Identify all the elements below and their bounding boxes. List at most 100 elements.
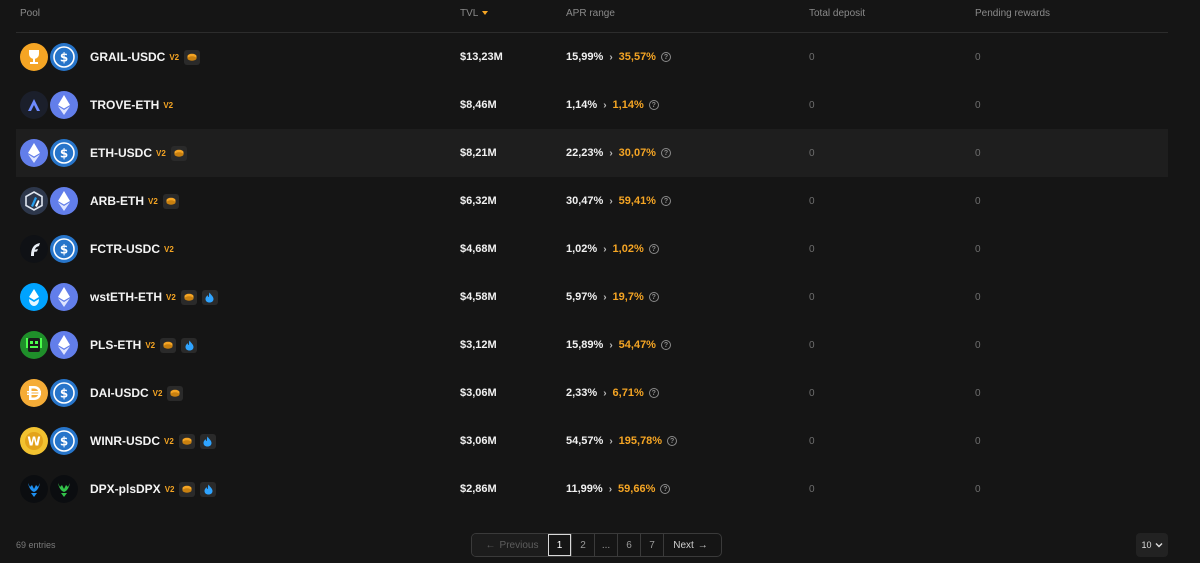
apr-max: 59,66% bbox=[618, 483, 656, 495]
apr-min: 30,47% bbox=[566, 195, 604, 207]
pool-cell: wstETH-ETH V2 bbox=[20, 273, 218, 321]
eth-token-icon bbox=[20, 139, 48, 167]
apr-min: 1,02% bbox=[566, 243, 598, 255]
apr-range: 1,02% › 1,02% ? bbox=[566, 225, 659, 273]
next-label: Next bbox=[673, 539, 694, 551]
coin-stack-icon bbox=[167, 385, 184, 401]
apr-range: 11,99% › 59,66% ? bbox=[566, 465, 671, 513]
usdc-token-icon: $ bbox=[50, 379, 78, 407]
wsteth-token-icon bbox=[20, 283, 48, 311]
v2-tag: V2 bbox=[164, 484, 175, 494]
table-row[interactable]: TROVE-ETH V2 $8,46M 1,14% › 1,14% ? 0 0 bbox=[16, 81, 1168, 129]
chevron-right-icon: › bbox=[609, 339, 613, 351]
table-row[interactable]: $ GRAIL-USDC V2 $13,23M 15,99% › 35,57% … bbox=[16, 33, 1168, 81]
help-icon[interactable]: ? bbox=[660, 196, 671, 206]
chevron-right-icon: › bbox=[603, 243, 607, 255]
table-row[interactable]: DPX-plsDPX V2 $2,86M 11,99% › 59,66% ? 0… bbox=[16, 465, 1168, 513]
dai-token-icon bbox=[20, 379, 48, 407]
total-deposit-value: 0 bbox=[809, 339, 815, 351]
pool-name: FCTR-USDC bbox=[90, 242, 160, 256]
page-button-6[interactable]: 6 bbox=[617, 534, 640, 556]
help-icon[interactable]: ? bbox=[660, 340, 671, 350]
coin-stack-icon bbox=[162, 193, 179, 209]
svg-text:W: W bbox=[27, 435, 40, 449]
help-icon[interactable]: ? bbox=[648, 292, 659, 302]
flame-icon bbox=[199, 433, 216, 449]
pool-name: GRAIL-USDC bbox=[90, 50, 166, 64]
total-deposit-value: 0 bbox=[809, 195, 815, 207]
header-tvl-label: TVL bbox=[460, 8, 479, 19]
eth-token-icon bbox=[50, 91, 78, 119]
help-icon[interactable]: ? bbox=[667, 436, 678, 446]
v2-tag: V2 bbox=[163, 100, 174, 110]
help-icon[interactable]: ? bbox=[660, 484, 671, 494]
header-tvl[interactable]: TVL bbox=[460, 8, 489, 19]
next-button[interactable]: Next → bbox=[663, 534, 721, 556]
apr-range: 54,57% › 195,78% ? bbox=[566, 417, 678, 465]
apr-min: 22,23% bbox=[566, 147, 604, 159]
plsdpx-token-icon bbox=[50, 475, 78, 503]
apr-min: 2,33% bbox=[566, 387, 598, 399]
page-button-1[interactable]: 1 bbox=[548, 534, 571, 556]
tvl-value: $3,12M bbox=[460, 339, 497, 351]
help-icon[interactable]: ? bbox=[660, 148, 671, 158]
coin-stack-icon bbox=[160, 337, 177, 353]
page-button-7[interactable]: 7 bbox=[640, 534, 663, 556]
per-page-select[interactable]: 10 bbox=[1136, 533, 1168, 557]
help-icon[interactable]: ? bbox=[660, 52, 671, 62]
apr-max: 19,7% bbox=[612, 291, 644, 303]
total-deposit-value: 0 bbox=[809, 147, 815, 159]
apr-range: 15,89% › 54,47% ? bbox=[566, 321, 671, 369]
help-icon[interactable]: ? bbox=[648, 244, 659, 254]
page-button-2[interactable]: 2 bbox=[571, 534, 594, 556]
v2-tag: V2 bbox=[156, 148, 166, 158]
apr-range: 1,14% › 1,14% ? bbox=[566, 81, 659, 129]
header-apr[interactable]: APR range bbox=[566, 8, 615, 19]
pool-cell: $ DAI-USDC V2 bbox=[20, 369, 184, 417]
table-row[interactable]: wstETH-ETH V2 $4,58M 5,97% › 19,7% ? 0 0 bbox=[16, 273, 1168, 321]
coin-stack-icon bbox=[170, 145, 187, 161]
header-total-deposit[interactable]: Total deposit bbox=[809, 8, 865, 19]
sort-desc-icon bbox=[482, 11, 489, 15]
total-deposit-value: 0 bbox=[809, 99, 815, 111]
table-row[interactable]: $ DAI-USDC V2 $3,06M 2,33% › 6,71% ? 0 0 bbox=[16, 369, 1168, 417]
pool-cell: PLS-ETH V2 bbox=[20, 321, 198, 369]
total-deposit-value: 0 bbox=[809, 387, 815, 399]
header-pending-rewards[interactable]: Pending rewards bbox=[975, 8, 1050, 19]
winr-token-icon: W bbox=[20, 427, 48, 455]
apr-max: 195,78% bbox=[618, 435, 663, 447]
table-row[interactable]: W $ WINR-USDC V2 $3,06M 54,57% › 195,78%… bbox=[16, 417, 1168, 465]
pools-table: Pool TVL APR range Total deposit Pending… bbox=[16, 0, 1168, 513]
table-row[interactable]: PLS-ETH V2 $3,12M 15,89% › 54,47% ? 0 0 bbox=[16, 321, 1168, 369]
pool-cell: ARB-ETH V2 bbox=[20, 177, 179, 225]
chevron-right-icon: › bbox=[609, 195, 613, 207]
pool-name: ETH-USDC bbox=[90, 146, 152, 160]
svg-text:$: $ bbox=[60, 51, 68, 65]
usdc-token-icon: $ bbox=[50, 139, 78, 167]
arrow-right-icon: → bbox=[697, 539, 708, 551]
v2-tag: V2 bbox=[164, 244, 174, 254]
apr-max: 1,02% bbox=[612, 243, 644, 255]
help-icon[interactable]: ? bbox=[648, 100, 659, 110]
pool-name: ARB-ETH bbox=[90, 194, 144, 208]
table-row[interactable]: $ ETH-USDC V2 $8,21M 22,23% › 30,07% ? 0… bbox=[16, 129, 1168, 177]
chevron-right-icon: › bbox=[603, 291, 607, 303]
table-row[interactable]: ARB-ETH V2 $6,32M 30,47% › 59,41% ? 0 0 bbox=[16, 177, 1168, 225]
header-pool[interactable]: Pool bbox=[20, 8, 40, 19]
apr-max: 54,47% bbox=[618, 339, 656, 351]
chevron-right-icon: › bbox=[603, 99, 607, 111]
table-row[interactable]: $ FCTR-USDC V2 $4,68M 1,02% › 1,02% ? 0 … bbox=[16, 225, 1168, 273]
chevron-right-icon: › bbox=[608, 483, 613, 495]
pool-cell: $ ETH-USDC V2 bbox=[20, 129, 187, 177]
pending-rewards-value: 0 bbox=[975, 435, 981, 447]
help-icon[interactable]: ? bbox=[648, 388, 659, 398]
flame-icon bbox=[200, 481, 217, 497]
tvl-value: $4,58M bbox=[460, 291, 497, 303]
apr-min: 15,99% bbox=[566, 51, 604, 63]
pending-rewards-value: 0 bbox=[975, 291, 981, 303]
tvl-value: $8,46M bbox=[460, 99, 497, 111]
previous-button[interactable]: ← Previous bbox=[472, 534, 548, 556]
dpx-token-icon bbox=[20, 475, 48, 503]
total-deposit-value: 0 bbox=[809, 483, 815, 495]
fctr-token-icon bbox=[20, 235, 48, 263]
